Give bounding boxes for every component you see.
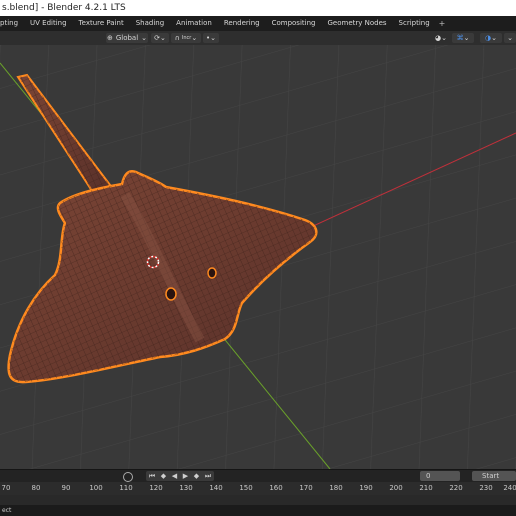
shading-options-button[interactable]: ⌄ [504, 33, 516, 43]
workspace-tabs-bar: pting UV Editing Texture Paint Shading A… [0, 16, 516, 31]
start-frame-label: Start [482, 472, 500, 480]
jump-start-icon[interactable]: ⏮ [149, 472, 155, 481]
chevron-down-icon: ⌄ [160, 34, 166, 42]
ruler-tick: 130 [179, 484, 193, 492]
chevron-down-icon: ⌄ [507, 34, 513, 42]
orientation-label: Global [115, 34, 139, 42]
ruler-tick: 180 [329, 484, 343, 492]
chevron-down-icon: ⌄ [210, 34, 216, 42]
overlays-icon: ⌘ [456, 34, 464, 42]
tab-modeling[interactable]: pting [0, 16, 24, 31]
ruler-tick: 110 [119, 484, 133, 492]
ruler-tick: 90 [61, 484, 71, 492]
auto-keying-icon[interactable] [123, 472, 133, 482]
current-frame-value: 0 [426, 472, 431, 480]
jump-keyframe-forward-icon[interactable]: ◆ [194, 472, 199, 480]
status-bar: ect [0, 505, 516, 516]
overlays-toggle[interactable]: ⌘ ⌄ [452, 33, 474, 43]
ruler-tick: 200 [389, 484, 403, 492]
3d-viewport[interactable] [0, 45, 516, 469]
ruler-tick: 100 [89, 484, 103, 492]
snap-increment-label: Incr [181, 35, 192, 41]
play-reverse-icon[interactable]: ◀ [172, 472, 177, 480]
tab-geometry-nodes[interactable]: Geometry Nodes [321, 16, 392, 31]
shading-mode-toggle[interactable]: ◑ ⌄ [480, 33, 502, 43]
snapping-dropdown[interactable]: ∩ Incr ⌄ [171, 33, 201, 43]
window-title: s.blend] - Blender 4.2.1 LTS [2, 3, 126, 13]
viewport-gizmo-toggle[interactable]: ◕ ⌄ [432, 33, 450, 43]
playback-controls: ⏮ ◆ ◀ ▶ ◆ ⏭ [146, 471, 214, 481]
snap-magnet-icon: ∩ [174, 34, 180, 42]
chevron-down-icon: ⌄ [463, 34, 470, 42]
tab-animation[interactable]: Animation [170, 16, 218, 31]
ruler-tick: 160 [269, 484, 283, 492]
ruler-tick: 170 [299, 484, 313, 492]
tab-shading[interactable]: Shading [130, 16, 170, 31]
status-text: ect [2, 507, 12, 514]
chevron-down-icon: ⌄ [441, 34, 447, 42]
chevron-down-icon: ⌄ [141, 34, 148, 42]
ruler-tick: 210 [419, 484, 433, 492]
chevron-down-icon: ⌄ [491, 34, 497, 42]
transform-orientation-dropdown[interactable]: ⊕ Global ⌄ [106, 33, 148, 43]
ruler-tick: 150 [239, 484, 253, 492]
ruler-tick: 70 [1, 484, 11, 492]
tab-scripting[interactable]: Scripting [393, 16, 436, 31]
play-icon[interactable]: ▶ [183, 472, 188, 480]
timeline-area[interactable] [0, 495, 516, 505]
ruler-tick: 140 [209, 484, 223, 492]
proportional-edit-button[interactable]: • ⌄ [203, 33, 219, 43]
current-frame-field[interactable]: 0 [420, 471, 460, 481]
timeline-header: ⏮ ◆ ◀ ▶ ◆ ⏭ 0 Start [0, 469, 516, 483]
timeline-ruler[interactable]: 70 80 90 100 110 120 130 140 150 160 170… [0, 482, 516, 495]
add-workspace-button[interactable]: + [436, 19, 449, 28]
global-orientation-icon: ⊕ [106, 34, 113, 42]
jump-end-icon[interactable]: ⏭ [205, 472, 211, 481]
ruler-tick: 80 [31, 484, 41, 492]
start-frame-field[interactable]: Start [472, 471, 516, 481]
chevron-down-icon: ⌄ [191, 34, 198, 42]
right-eye [207, 267, 217, 279]
viewport-header: ⊕ Global ⌄ ⟳ ⌄ ∩ Incr ⌄ • ⌄ ◕ ⌄ ⌘ ⌄ ◑ ⌄ … [0, 31, 516, 46]
pivot-point-dropdown[interactable]: ⟳ ⌄ [151, 33, 169, 43]
ruler-tick: 190 [359, 484, 373, 492]
tab-texture-paint[interactable]: Texture Paint [73, 16, 130, 31]
viewport-scene [0, 45, 516, 469]
jump-keyframe-back-icon[interactable]: ◆ [161, 472, 166, 480]
ruler-tick: 220 [449, 484, 463, 492]
ruler-tick: 120 [149, 484, 163, 492]
ruler-tick: 230 [479, 484, 493, 492]
tab-compositing[interactable]: Compositing [266, 16, 322, 31]
tab-rendering[interactable]: Rendering [218, 16, 266, 31]
window-title-bar: s.blend] - Blender 4.2.1 LTS [0, 0, 516, 16]
left-eye [165, 287, 177, 301]
tab-uv-editing[interactable]: UV Editing [24, 16, 73, 31]
ruler-tick: 240 [503, 484, 516, 492]
